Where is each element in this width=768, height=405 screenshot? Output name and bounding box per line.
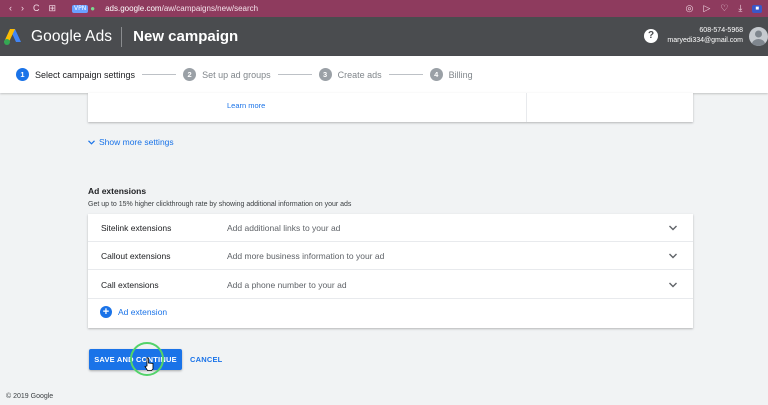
forward-icon[interactable]: › xyxy=(21,0,24,17)
step-create-ads[interactable]: 3 Create ads xyxy=(318,68,382,81)
extension-name: Call extensions xyxy=(101,279,159,290)
step-set-up-ad-groups[interactable]: 2 Set up ad groups xyxy=(183,68,271,81)
add-ad-extension-button[interactable]: + Ad extension xyxy=(100,306,167,318)
learn-more-link[interactable]: Learn more xyxy=(227,101,265,110)
step-connector xyxy=(388,74,423,75)
add-ad-extension-label: Ad extension xyxy=(118,307,168,317)
show-more-settings-label: Show more settings xyxy=(99,137,174,147)
cancel-button[interactable]: CANCEL xyxy=(190,355,222,364)
extension-icon[interactable]: ■ xyxy=(752,4,762,13)
account-info[interactable]: 608-574-5968 maryedi334@gmail.com xyxy=(667,26,743,46)
extension-description: Add additional links to your ad xyxy=(227,222,341,233)
extension-name: Sitelink extensions xyxy=(101,222,172,233)
reload-icon[interactable]: C xyxy=(33,0,40,17)
step-number: 4 xyxy=(429,68,443,81)
page-title: New campaign xyxy=(133,28,239,45)
plus-icon: + xyxy=(100,306,112,318)
chevron-down-icon xyxy=(88,138,95,147)
heart-icon[interactable]: ♡ xyxy=(720,3,728,14)
step-number: 2 xyxy=(183,68,197,81)
address-bar[interactable]: ads.google.com/aw/campaigns/new/search xyxy=(105,4,258,13)
url-domain: ads.google.com xyxy=(105,4,162,13)
ad-extensions-card: Sitelink extensions Add additional links… xyxy=(88,214,693,328)
app-header: Google Ads New campaign ? 608-574-5968 m… xyxy=(0,17,768,56)
step-number: 3 xyxy=(318,68,332,81)
ad-extensions-description: Get up to 15% higher clickthrough rate b… xyxy=(88,201,352,208)
step-number: 1 xyxy=(16,68,29,81)
step-connector xyxy=(277,74,312,75)
campaign-stepper: 1 Select campaign settings 2 Set up ad g… xyxy=(0,56,768,93)
step-select-campaign-settings[interactable]: 1 Select campaign settings xyxy=(16,68,135,81)
vpn-badge[interactable]: VPN xyxy=(72,4,89,13)
extension-row-sitelink[interactable]: Sitelink extensions Add additional links… xyxy=(88,214,693,242)
footer-copyright: © 2019 Google xyxy=(6,393,54,400)
extension-row-callout[interactable]: Callout extensions Add more business inf… xyxy=(88,242,693,270)
browser-toolbar: ‹ › C ⊞ VPN ● ads.google.com/aw/campaign… xyxy=(0,0,768,17)
extension-row-call[interactable]: Call extensions Add a phone number to yo… xyxy=(88,271,693,299)
google-ads-logo-icon xyxy=(3,28,25,46)
step-billing[interactable]: 4 Billing xyxy=(429,68,473,81)
send-icon[interactable]: ▷ xyxy=(703,3,710,14)
download-icon[interactable]: ⤓ xyxy=(738,3,742,14)
step-label: Create ads xyxy=(337,69,382,80)
shield-icon: ● xyxy=(90,4,96,13)
account-phone: 608-574-5968 xyxy=(699,27,743,34)
grid-icon[interactable]: ⊞ xyxy=(49,0,57,17)
show-more-settings-link[interactable]: Show more settings xyxy=(88,137,174,147)
extension-name: Callout extensions xyxy=(101,250,171,261)
settings-card: Learn more xyxy=(88,93,693,122)
account-email: maryedi334@gmail.com xyxy=(667,37,743,44)
hand-cursor-icon xyxy=(144,357,154,371)
step-label: Select campaign settings xyxy=(35,69,136,80)
help-icon[interactable]: ? xyxy=(644,29,658,43)
chevron-down-icon xyxy=(669,282,677,287)
extension-description: Add more business information to your ad xyxy=(227,250,385,261)
back-icon[interactable]: ‹ xyxy=(9,0,12,17)
step-label: Set up ad groups xyxy=(202,69,271,80)
camera-icon[interactable]: ◎ xyxy=(686,3,694,14)
header-divider xyxy=(121,26,123,47)
brand-name: Google Ads xyxy=(31,27,113,45)
url-path: /aw/campaigns/new/search xyxy=(161,4,259,13)
chevron-down-icon xyxy=(669,225,677,230)
browser-actions: ◎ ▷ ♡ ⤓ ■ xyxy=(686,0,762,17)
card-divider xyxy=(526,93,527,122)
extension-description: Add a phone number to your ad xyxy=(227,279,347,290)
ad-extensions-title: Ad extensions xyxy=(88,186,147,196)
step-connector xyxy=(142,74,177,75)
chevron-down-icon xyxy=(669,253,677,258)
step-label: Billing xyxy=(448,69,473,80)
avatar[interactable] xyxy=(749,27,768,46)
